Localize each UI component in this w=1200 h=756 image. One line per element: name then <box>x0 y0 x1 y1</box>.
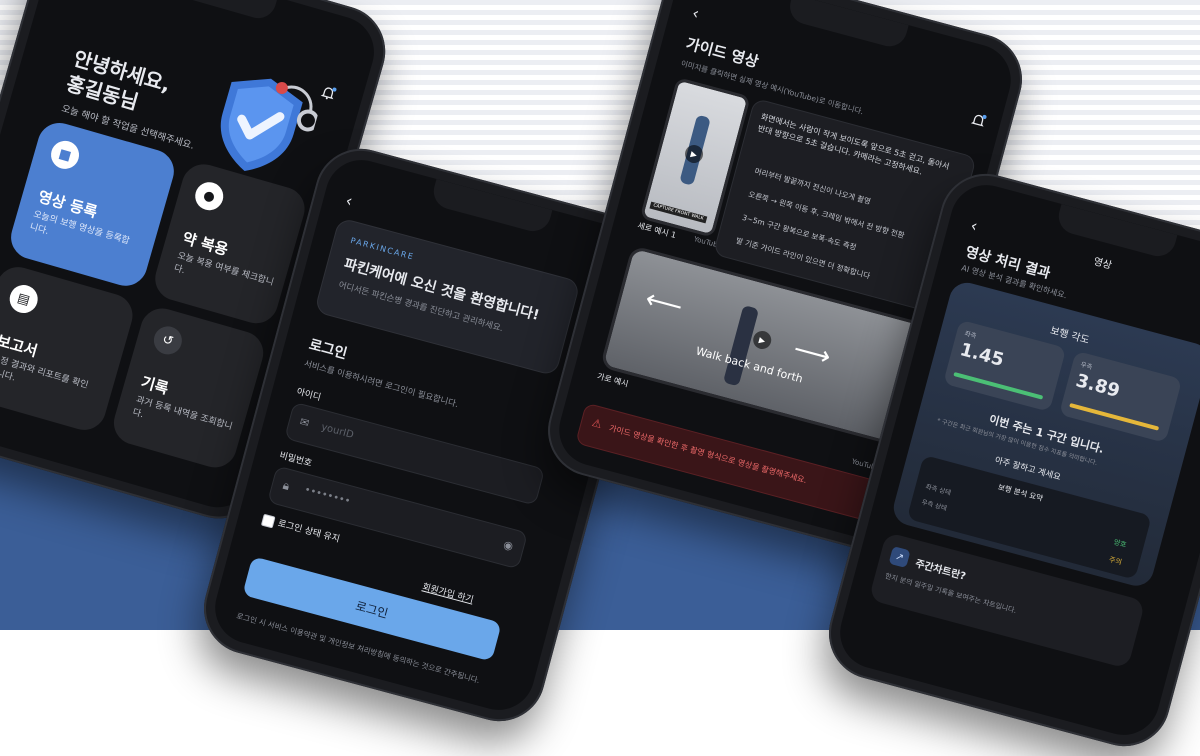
arrow-left-icon: ⟵ <box>642 284 686 323</box>
eye-icon[interactable]: ◉ <box>502 538 515 553</box>
left-angle-box: 좌측 1.45 <box>943 319 1067 412</box>
history-icon: ↺ <box>150 323 186 358</box>
landscape-overlay-text: Walk back and forth <box>694 344 805 386</box>
weekly-title: 주간차트란? <box>913 558 967 583</box>
summary-right-label: 우측 상태 <box>920 498 948 513</box>
warning-icon: ⚠ <box>590 416 604 432</box>
gait-card-title: 보행 각도 <box>1048 325 1091 347</box>
login-subtitle: 서비스를 이용하시려면 로그인이 필요합니다. <box>302 359 460 411</box>
warning-text: 가이드 영상을 확인한 후 촬영 형식으로 영상을 촬영해주세요. <box>608 423 808 486</box>
chart-icon: ↗ <box>888 546 911 569</box>
right-label: 우측 <box>1079 360 1094 372</box>
id-label: 아이디 <box>295 387 322 404</box>
tile-title: 기록 <box>138 373 171 398</box>
result-header: 영상 <box>1092 256 1113 272</box>
password-value: •••••••• <box>303 484 352 508</box>
summary-left-value: 양호 <box>1112 538 1128 550</box>
notification-bell-icon[interactable] <box>968 111 989 134</box>
welcome-card: PARKINCARE 파킨케어에 오신 것을 환영합니다! 어디서든 파킨슨병 … <box>313 217 581 377</box>
lock-icon: 🔒︎ <box>281 477 292 494</box>
arrow-right-icon: ⟶ <box>790 334 834 373</box>
id-placeholder: yourID <box>319 421 355 441</box>
pill-icon: ● <box>191 178 227 214</box>
left-label: 좌측 <box>963 329 978 341</box>
tile-video-register[interactable]: ■ 영상 등록 오늘의 보행 영상을 등록합니다. <box>5 117 180 291</box>
left-value: 1.45 <box>957 339 1007 371</box>
summary-left-label: 좌측 상태 <box>924 482 952 498</box>
portrait-badge: CAPTURE FRONT WALK <box>649 201 708 224</box>
play-icon: ▶ <box>751 328 774 352</box>
back-arrow-icon[interactable]: ‹ <box>969 216 980 236</box>
weekly-text: 한지 분의 일주일 기록을 보여주는 차트입니다. <box>884 572 1018 615</box>
mail-icon: ✉ <box>298 415 311 431</box>
back-arrow-icon[interactable]: ‹ <box>690 3 701 23</box>
gait-angle-card: 보행 각도 좌측 1.45 우측 3.89 이번 주는 1 구간 입니다. * … <box>889 278 1200 590</box>
signup-link[interactable]: 회원가입 하기 <box>421 579 475 605</box>
right-status-bar <box>1069 403 1160 431</box>
left-status-bar <box>953 371 1044 400</box>
back-arrow-icon[interactable]: ‹ <box>344 191 355 211</box>
tile-desc: 측정 결과와 리포트를 확인합니다. <box>0 353 90 391</box>
password-label: 비밀번호 <box>278 450 313 470</box>
remember-label: 로그인 상태 유지 <box>276 518 341 545</box>
remember-checkbox[interactable] <box>260 513 276 529</box>
tile-desc: 과거 등록 내역을 조회합니다. <box>131 395 234 433</box>
summary-right-value: 주의 <box>1108 555 1123 567</box>
summary-title: 보행 분석 요약 <box>996 482 1044 503</box>
right-value: 3.89 <box>1073 370 1122 402</box>
report-icon: ▤ <box>6 281 42 317</box>
walking-person-figure <box>722 305 760 387</box>
right-angle-box: 우측 3.89 <box>1058 350 1183 443</box>
notch <box>155 0 278 23</box>
video-icon: ■ <box>47 137 83 173</box>
